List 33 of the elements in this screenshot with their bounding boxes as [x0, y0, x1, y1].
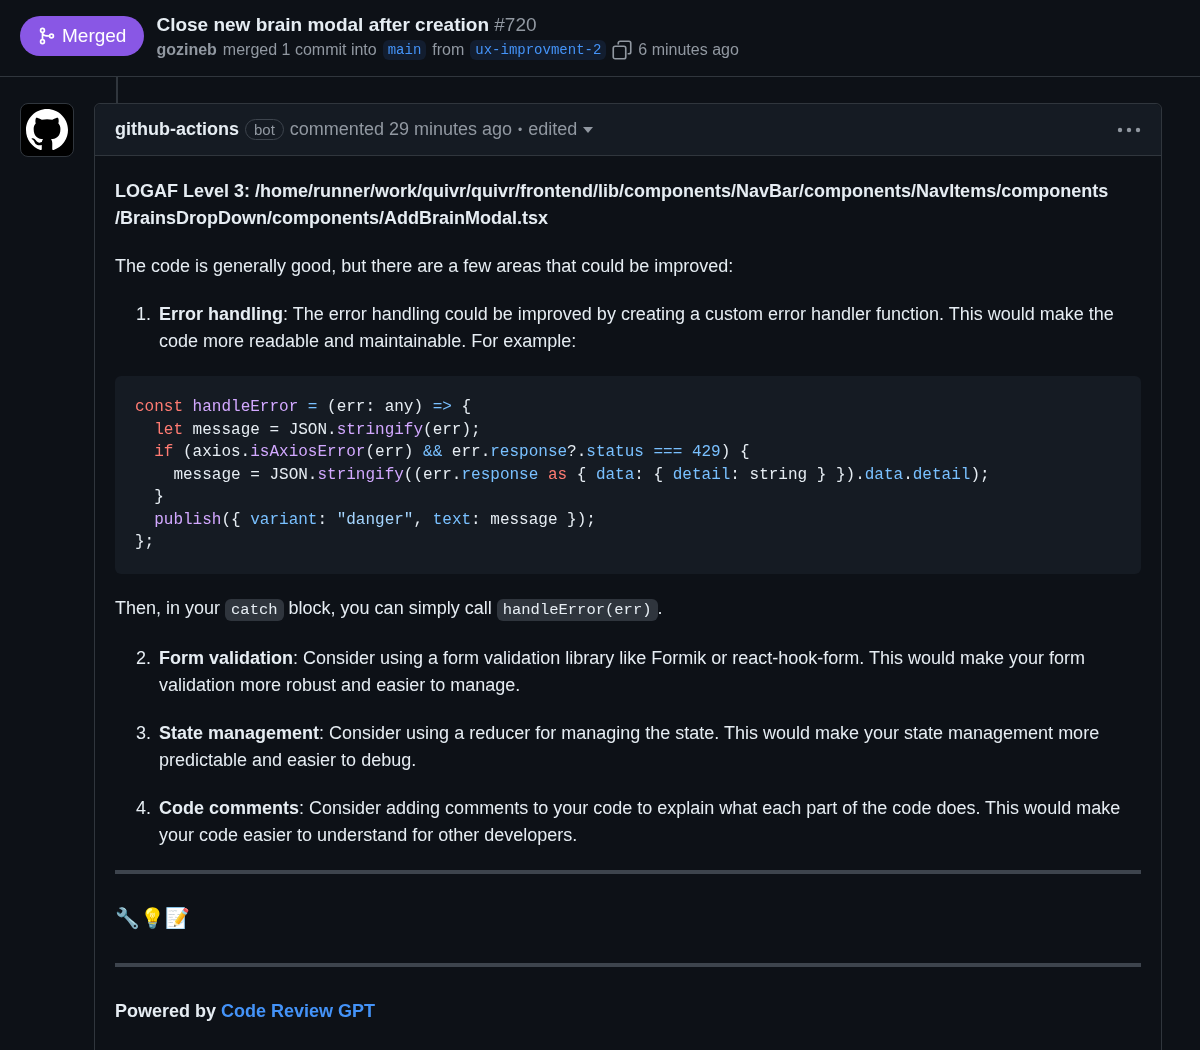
list-number: 4.: [135, 796, 151, 820]
paragraph: The code is generally good, but there are a few areas that could be improved:: [115, 255, 735, 278]
comment-author[interactable]: github-actions: [115, 119, 239, 140]
list-number: 1.: [135, 303, 151, 326]
list-item-text: Form validation: Consider using a form validation library like Formik or react-hook-form. This would make your form validation more robust and easier to manage.: [159, 646, 1086, 697]
merged-status-badge: Merged: [20, 16, 145, 56]
octocat-logo-icon: [26, 109, 68, 151]
emoji-text: 🔧💡📝: [115, 906, 190, 929]
file-path-heading: LOGAF Level 3: /home/runner/work/quivr/quivr/frontend/lib/components/NavBar/components/NavItems/components /BrainsDropDown/components/AddBrainModal.tsx: [115, 180, 1110, 230]
list-item-text: Code comments: Consider adding comments to your code to explain what each part of the code does. This would make your code easier to understand for other developers.: [159, 796, 1122, 847]
more-options-icon[interactable]: [1117, 126, 1141, 133]
merge-text: merged 1 commit into: [222, 41, 377, 59]
merge-icon: [38, 27, 56, 45]
merge-time: 6 minutes ago: [638, 41, 739, 59]
list-number: 3.: [135, 721, 151, 745]
list-item-text: State management: Consider using a reducer for managing the state. This would make your state management more predictable and easier to debug.: [159, 721, 1101, 772]
base-branch[interactable]: main: [382, 40, 427, 60]
caret-icon[interactable]: [583, 126, 594, 133]
code-block: const handleError = (err: any) => { let message = JSON.stringify(err); if (axios.isAxiosError(err) && err.response?.status === 429) { message = JSON.stringify((err.response as { data: { detail: string } }).data.detail); } publish({ variant: "danger", text: message }); };: [115, 376, 1141, 574]
pr-title: Close new brain modal after creation #720: [156, 14, 538, 36]
code-review-gpt-link[interactable]: Code Review GPT: [221, 1000, 376, 1021]
edited-dropdown[interactable]: edited: [528, 119, 578, 140]
list-item-text: Error handling: The error handling could be improved by creating a custom error handler function. This would make the code more readable and maintainable. For example:: [159, 303, 1115, 353]
separator-dot: •: [518, 122, 523, 137]
list-number: 2.: [135, 646, 151, 670]
copy-icon[interactable]: [612, 40, 633, 60]
avatar[interactable]: [20, 103, 74, 157]
comment-meta: commented 29 minutes ago: [289, 119, 512, 140]
from-text: from: [432, 41, 465, 59]
author-link[interactable]: gozineb: [156, 41, 217, 59]
powered-by-text: Powered by: [115, 1000, 217, 1021]
head-branch[interactable]: ux-improvment-2: [470, 40, 607, 60]
paragraph: Then, in your catch block, you can simply call handleError(err) .: [115, 596, 664, 623]
